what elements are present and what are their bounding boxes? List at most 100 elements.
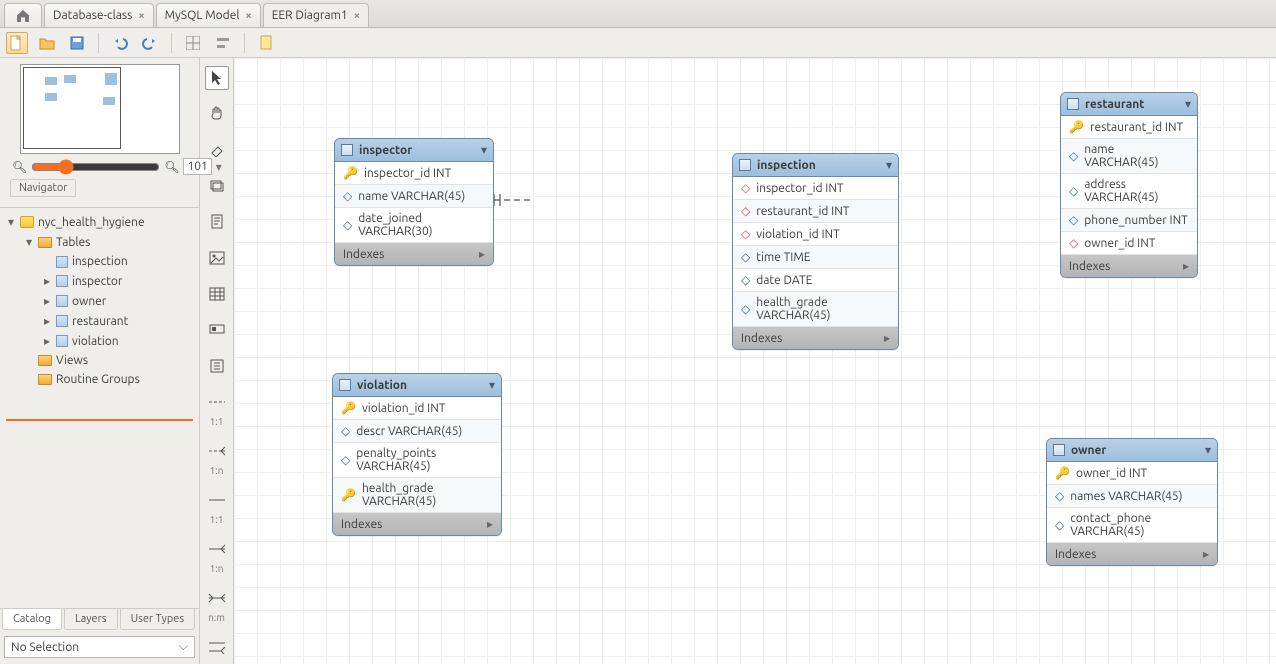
align-icon <box>216 36 230 50</box>
redo-icon <box>142 36 158 50</box>
col-icon: ◇ <box>343 218 352 232</box>
tab-home[interactable] <box>4 3 42 27</box>
zoom-out-icon[interactable]: 🔍︎ <box>12 160 27 174</box>
catalog-tab-catalog[interactable]: Catalog <box>2 609 62 630</box>
entity-restaurant[interactable]: restaurant▾ 🔑restaurant_id INT ◇name VAR… <box>1060 92 1198 278</box>
rel-existing-tool[interactable] <box>205 635 229 659</box>
rel-icon <box>208 543 226 555</box>
selection-label: No Selection <box>11 641 79 654</box>
grid-toggle-button[interactable] <box>182 32 204 54</box>
pk-icon: 🔑 <box>341 401 356 415</box>
hand-tool[interactable] <box>205 102 229 126</box>
chevron-right-icon[interactable]: ▸ <box>479 247 485 261</box>
minimap[interactable] <box>20 64 180 154</box>
sidebar: 🔍︎ 🔍︎ 101 ▾ Navigator ▾nyc_health_hygien… <box>0 58 200 664</box>
folder-label: Routine Groups <box>56 373 140 386</box>
tree-routines[interactable]: Routine Groups <box>20 370 197 389</box>
layer-tool[interactable] <box>205 174 229 198</box>
tree-views[interactable]: Views <box>20 351 197 370</box>
chevron-right-icon[interactable]: ▸ <box>1203 547 1209 561</box>
navigator-label: Navigator <box>10 179 76 197</box>
rel-1-n-id-tool[interactable] <box>205 537 229 561</box>
rel-existing-icon <box>208 640 226 654</box>
entity-owner[interactable]: owner▾ 🔑owner_id INT ◇names VARCHAR(45) … <box>1046 438 1218 566</box>
view-tool[interactable] <box>205 318 229 342</box>
rel-1-n-nonid-tool[interactable] <box>205 439 229 463</box>
zoom-in-icon[interactable]: 🔍︎ <box>164 160 179 174</box>
tree-table-restaurant[interactable]: ▸restaurant <box>38 311 197 331</box>
folder-icon <box>38 355 52 366</box>
rel-icon <box>208 495 226 505</box>
column-label: date DATE <box>756 274 812 287</box>
close-icon[interactable]: × <box>354 10 360 22</box>
layer-icon <box>209 179 225 193</box>
diagram-canvas[interactable]: inspector▾ 🔑inspector_id INT ◇name VARCH… <box>234 58 1276 664</box>
image-tool[interactable] <box>205 246 229 270</box>
col-icon: ◇ <box>1055 518 1064 532</box>
new-file-button[interactable] <box>6 32 28 54</box>
tab-database-class[interactable]: Database-class × <box>44 3 154 27</box>
column-label: contact_phone VARCHAR(45) <box>1070 512 1209 538</box>
chevron-right-icon[interactable]: ▸ <box>1183 259 1189 273</box>
rel-1-1-id-tool[interactable] <box>205 488 229 512</box>
chevron-down-icon[interactable]: ▾ <box>1185 97 1191 111</box>
column-label: restaurant_id INT <box>1090 121 1183 134</box>
close-icon[interactable]: × <box>245 10 251 22</box>
pk-icon: 🔑 <box>1055 466 1070 480</box>
catalog-tab-layers[interactable]: Layers <box>64 609 118 630</box>
entity-violation[interactable]: violation▾ 🔑violation_id INT ◇descr VARC… <box>332 373 502 536</box>
chevron-down-icon[interactable]: ▾ <box>481 143 487 157</box>
redo-button[interactable] <box>139 32 161 54</box>
entity-title: violation <box>357 379 407 392</box>
note-tool[interactable] <box>205 210 229 234</box>
tree-db[interactable]: ▾nyc_health_hygiene <box>2 212 197 232</box>
column-label: names VARCHAR(45) <box>1070 490 1182 503</box>
table-label: restaurant <box>72 315 128 328</box>
undo-button[interactable] <box>109 32 131 54</box>
pk-icon: 🔑 <box>341 488 356 502</box>
rel-n-m-tool[interactable] <box>205 586 229 610</box>
column-label: health_grade VARCHAR(45) <box>362 482 493 508</box>
tree-tables[interactable]: ▾Tables <box>20 232 197 252</box>
catalog-tab-usertypes[interactable]: User Types <box>120 609 196 630</box>
eraser-tool[interactable] <box>205 138 229 162</box>
chevron-down-icon[interactable]: ▾ <box>886 158 892 172</box>
col-icon: ◇ <box>343 189 352 203</box>
note-icon <box>210 214 224 230</box>
table-tool[interactable] <box>205 282 229 306</box>
chevron-down-icon[interactable]: ▾ <box>489 378 495 392</box>
column-label: date_joined VARCHAR(30) <box>358 212 485 238</box>
pointer-tool[interactable] <box>205 66 229 90</box>
tree-table-owner[interactable]: ▸owner <box>38 291 197 311</box>
entity-inspection[interactable]: inspection▾ ◇inspector_id INT ◇restauran… <box>732 153 899 350</box>
selection-box[interactable]: No Selection ⌵ <box>4 636 195 658</box>
indexes-label: Indexes <box>1055 548 1096 561</box>
chevron-right-icon[interactable]: ▸ <box>884 331 890 345</box>
column-label: descr VARCHAR(45) <box>356 425 462 438</box>
column-label: penalty_points VARCHAR(45) <box>356 447 493 473</box>
notes-button[interactable] <box>255 32 277 54</box>
entity-inspector[interactable]: inspector▾ 🔑inspector_id INT ◇name VARCH… <box>334 138 494 266</box>
db-label: nyc_health_hygiene <box>38 216 145 229</box>
indexes-label: Indexes <box>741 332 782 345</box>
align-button[interactable] <box>212 32 234 54</box>
database-icon <box>20 216 34 228</box>
tab-eer-diagram[interactable]: EER Diagram1 × <box>263 3 369 27</box>
zoom-slider[interactable] <box>31 159 160 175</box>
col-icon: ◇ <box>741 273 750 287</box>
chevron-down-icon[interactable]: ▾ <box>1205 443 1211 457</box>
close-icon[interactable]: × <box>138 10 144 22</box>
column-label: address VARCHAR(45) <box>1084 178 1189 204</box>
tree-table-violation[interactable]: ▸violation <box>38 331 197 351</box>
tree-table-inspection[interactable]: inspection <box>38 252 197 271</box>
save-button[interactable] <box>66 32 88 54</box>
routine-tool[interactable] <box>205 354 229 378</box>
chevron-right-icon[interactable]: ▸ <box>487 517 493 531</box>
tab-mysql-model[interactable]: MySQL Model × <box>156 3 261 27</box>
fk-icon: ◇ <box>741 227 750 241</box>
col-icon: ◇ <box>341 453 350 467</box>
tree-table-inspector[interactable]: ▸inspector <box>38 271 197 291</box>
rel-1-1-nonid-tool[interactable] <box>205 390 229 414</box>
open-button[interactable] <box>36 32 58 54</box>
column-label: name VARCHAR(45) <box>358 190 465 203</box>
